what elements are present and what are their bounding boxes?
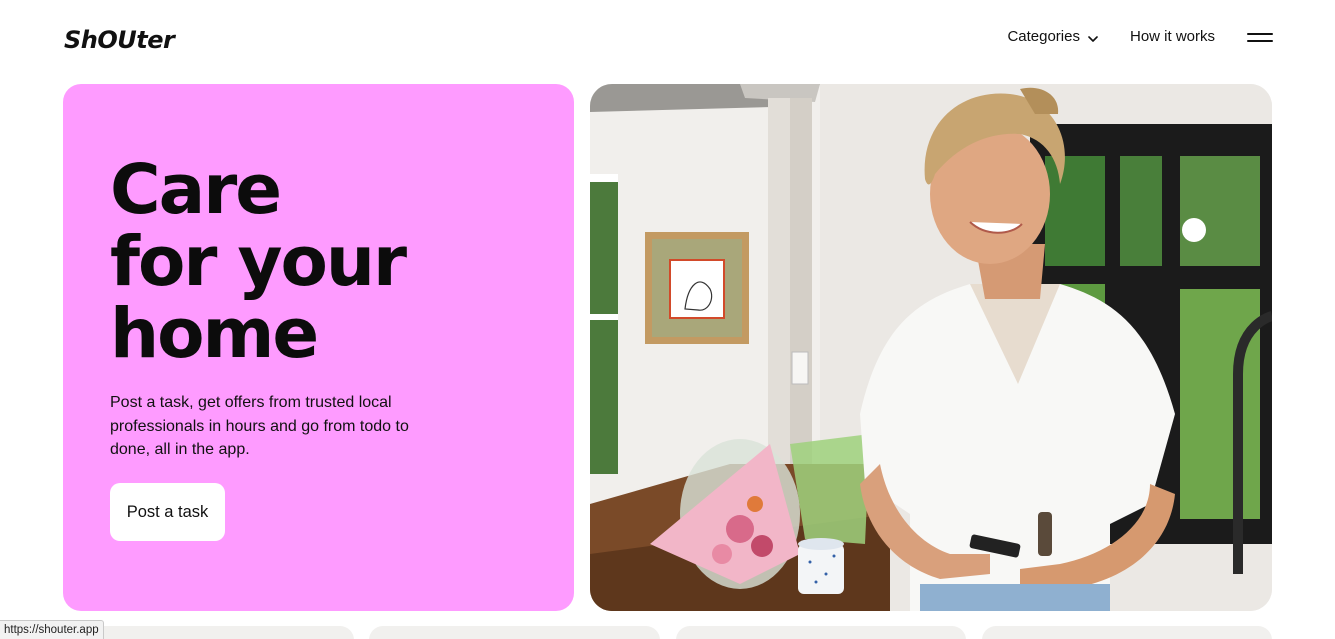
hero-title: Care for your home bbox=[110, 150, 407, 374]
hero-description: Post a task, get offers from trusted loc… bbox=[110, 394, 409, 458]
hero-title-line: home bbox=[110, 294, 319, 374]
hero-title-line: Care bbox=[110, 150, 282, 230]
site-header: ShOUter Categories How it works bbox=[0, 0, 1335, 84]
category-card[interactable] bbox=[676, 626, 966, 639]
logo[interactable]: ShOUter bbox=[64, 26, 175, 54]
hero-card: Care for your home Post a task, get offe… bbox=[63, 84, 574, 611]
hero-photo bbox=[590, 84, 1272, 611]
post-a-task-button[interactable]: Post a task bbox=[110, 483, 225, 541]
chevron-down-icon bbox=[1088, 31, 1098, 42]
category-card[interactable] bbox=[982, 626, 1272, 639]
status-bar-url: https://shouter.app bbox=[0, 620, 104, 639]
hamburger-menu-icon[interactable] bbox=[1247, 31, 1273, 43]
nav-how-it-works[interactable]: How it works bbox=[1130, 28, 1215, 45]
category-card[interactable] bbox=[63, 626, 354, 639]
nav-categories-label: Categories bbox=[1007, 28, 1080, 45]
main-nav: Categories How it works bbox=[1007, 28, 1273, 45]
nav-categories[interactable]: Categories bbox=[1007, 28, 1098, 45]
hero-title-line: for your bbox=[110, 222, 407, 302]
category-card[interactable] bbox=[369, 626, 660, 639]
